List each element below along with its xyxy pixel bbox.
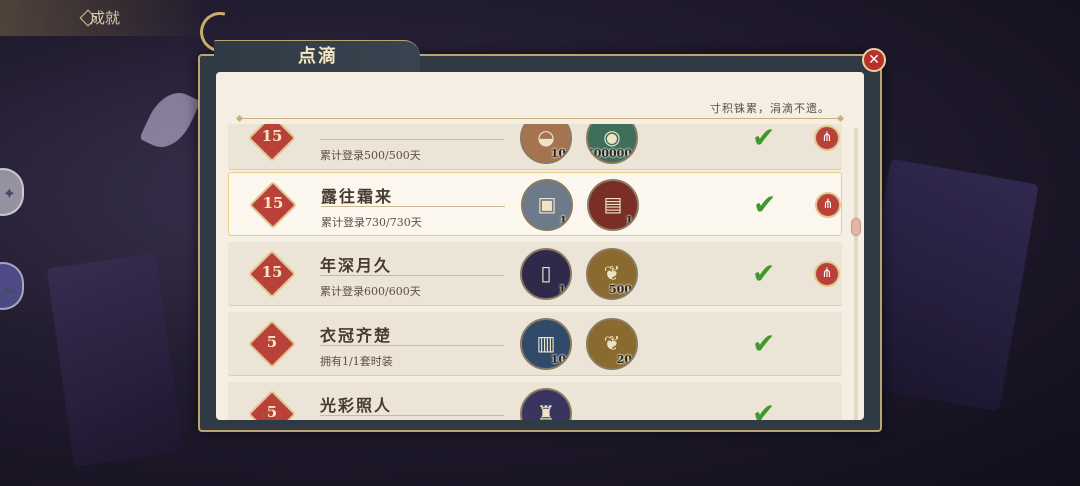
badge-level: 15	[261, 127, 283, 145]
camera-icon: ✦	[2, 184, 16, 203]
feather-icon: ❦	[603, 331, 621, 355]
feather-icon: ❦	[603, 261, 621, 285]
badge-level: 5	[266, 333, 278, 351]
achievement-list[interactable]: 15 累计登录500/500天 ◒ 10 ◉ 500000 ✔ ⋔ 15 露往霜来…	[228, 124, 844, 420]
share-button[interactable]: ⋔	[814, 261, 840, 287]
reward-item[interactable]: ▯ 1	[520, 248, 572, 300]
scroll-thumb[interactable]	[851, 218, 861, 236]
achievement-progress: 累计登录500/500天	[320, 149, 421, 162]
level-badge: 15	[246, 124, 298, 164]
reward-count: 20	[616, 353, 632, 366]
achievement-row[interactable]: 15 年深月久累计登录600/600天 ▯ 1 ❦ 500 ✔ ⋔	[228, 242, 842, 306]
check-icon: ✔	[752, 327, 776, 360]
reward-count: 1	[559, 214, 567, 227]
side-menu-button-bottom[interactable]: ☁	[0, 262, 24, 310]
row-divider	[320, 415, 504, 416]
check-icon: ✔	[752, 397, 776, 420]
badge-level: 5	[266, 403, 278, 420]
share-icon: ⋔	[822, 197, 834, 212]
check-icon: ✔	[753, 188, 777, 221]
badge-level: 15	[262, 194, 284, 212]
background-achievement-tab: 成就	[0, 0, 200, 36]
reward-count: 500000	[586, 147, 632, 160]
close-icon: ✕	[868, 52, 880, 68]
reward-count: 500	[609, 283, 632, 296]
achievement-row[interactable]: 5 光彩照人拥有3/3套时装 ♜ ✔	[228, 382, 842, 420]
close-button[interactable]: ✕	[862, 48, 886, 72]
badge-level: 15	[261, 263, 283, 281]
share-icon: ⋔	[821, 266, 833, 281]
achievement-panel: 寸积铢累，涓滴不遗。 15 累计登录500/500天 ◒ 10 ◉ 500000…	[198, 54, 882, 432]
reward-count: 10	[550, 353, 566, 366]
share-button[interactable]: ⋔	[815, 192, 841, 218]
reward-item[interactable]: ◉ 500000	[586, 124, 638, 164]
scrollbar[interactable]	[851, 128, 861, 420]
dish-item-icon: ◒	[537, 125, 555, 149]
share-icon: ⋔	[821, 130, 833, 145]
panel-title: 点滴	[214, 40, 420, 72]
achievement-title: 光彩照人	[320, 396, 393, 415]
panel-subtitle: 寸积铢累，涓滴不遗。	[710, 102, 830, 115]
costume-bag-icon: ♜	[537, 401, 555, 420]
row-divider	[320, 345, 504, 346]
cloud-icon: ☁	[0, 278, 16, 297]
reward-item[interactable]: ❦ 500	[586, 248, 638, 300]
achievement-row[interactable]: 5 衣冠齐楚拥有1/1套时装 ▥ 10 ❦ 20 ✔	[228, 312, 842, 376]
achievement-title: 露往霜来	[321, 187, 394, 206]
level-badge: 5	[246, 318, 298, 370]
achievement-progress: 累计登录730/730天	[321, 216, 422, 229]
coin-icon: ◉	[603, 125, 621, 149]
check-icon: ✔	[752, 257, 776, 290]
achievement-progress: 累计登录600/600天	[320, 285, 421, 298]
achievement-progress: 拥有1/1套时装	[320, 355, 393, 368]
achievement-title: 衣冠齐楚	[320, 326, 393, 345]
reward-item[interactable]: ◒ 10	[520, 124, 572, 164]
talisman-icon: ▯	[540, 261, 552, 285]
scroll-painting-icon: ▣	[537, 192, 557, 216]
row-divider	[321, 206, 505, 207]
poetry-book-icon: ▥	[536, 331, 556, 355]
background-book-decoration	[46, 253, 184, 467]
side-menu-button-top[interactable]: ✦	[0, 168, 24, 216]
reward-item[interactable]: ▥ 10	[520, 318, 572, 370]
reward-item[interactable]: ❦ 20	[586, 318, 638, 370]
row-divider	[320, 139, 504, 140]
panel-content: 寸积铢累，涓滴不遗。 15 累计登录500/500天 ◒ 10 ◉ 500000…	[216, 72, 864, 420]
level-badge: 15	[246, 248, 298, 300]
row-divider	[320, 275, 504, 276]
achievement-row[interactable]: 15 露往霜来累计登录730/730天 ▣ 1 ▤ 1 ✔ ⋔	[228, 172, 842, 236]
reward-count: 1	[558, 283, 566, 296]
level-badge: 5	[246, 388, 298, 420]
reward-item[interactable]: ♜	[520, 388, 572, 420]
reward-count: 1	[625, 214, 633, 227]
reward-count: 10	[550, 147, 566, 160]
reward-item[interactable]: ▤ 1	[587, 179, 639, 231]
reward-item[interactable]: ▣ 1	[521, 179, 573, 231]
check-icon: ✔	[752, 124, 776, 154]
achievement-row[interactable]: 15 累计登录500/500天 ◒ 10 ◉ 500000 ✔ ⋔	[228, 124, 842, 170]
background-bird-decoration	[139, 84, 201, 156]
share-button[interactable]: ⋔	[814, 125, 840, 151]
red-scroll-icon: ▤	[603, 192, 623, 216]
divider	[240, 118, 840, 119]
achievement-title: 年深月久	[320, 256, 393, 275]
level-badge: 15	[247, 179, 299, 231]
